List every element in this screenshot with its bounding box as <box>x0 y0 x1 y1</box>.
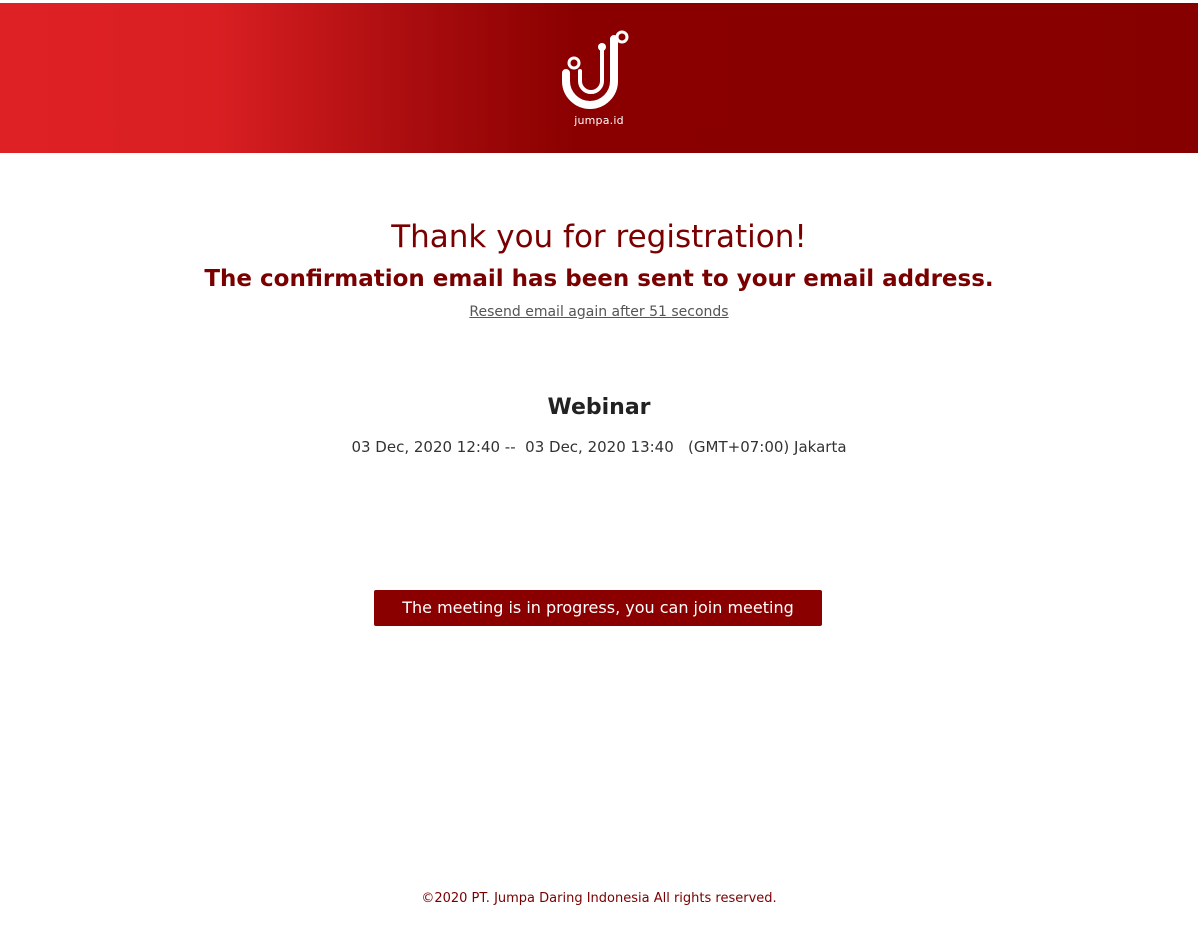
event-time-range: 03 Dec, 2020 12:40 -- 03 Dec, 2020 13:40… <box>351 438 847 456</box>
brand-name: jumpa.id <box>574 114 624 127</box>
join-meeting-button[interactable]: The meeting is in progress, you can join… <box>374 590 822 626</box>
brand-logo[interactable]: jumpa.id <box>554 25 644 135</box>
thank-you-heading: Thank you for registration! <box>391 219 807 255</box>
resend-email-link[interactable]: Resend email again after 51 seconds <box>469 304 728 320</box>
footer-copyright: ©2020 PT. Jumpa Daring Indonesia All rig… <box>421 891 777 906</box>
resend-container: Resend email again after 51 seconds <box>0 304 1198 320</box>
header-banner: jumpa.id <box>0 3 1198 153</box>
event-title: Webinar <box>547 395 651 420</box>
jumpa-j-logo-icon <box>562 30 629 109</box>
confirmation-message: The confirmation email has been sent to … <box>204 266 994 292</box>
registration-confirmation-page: jumpa.id Thank you for registration! The… <box>0 0 1198 938</box>
